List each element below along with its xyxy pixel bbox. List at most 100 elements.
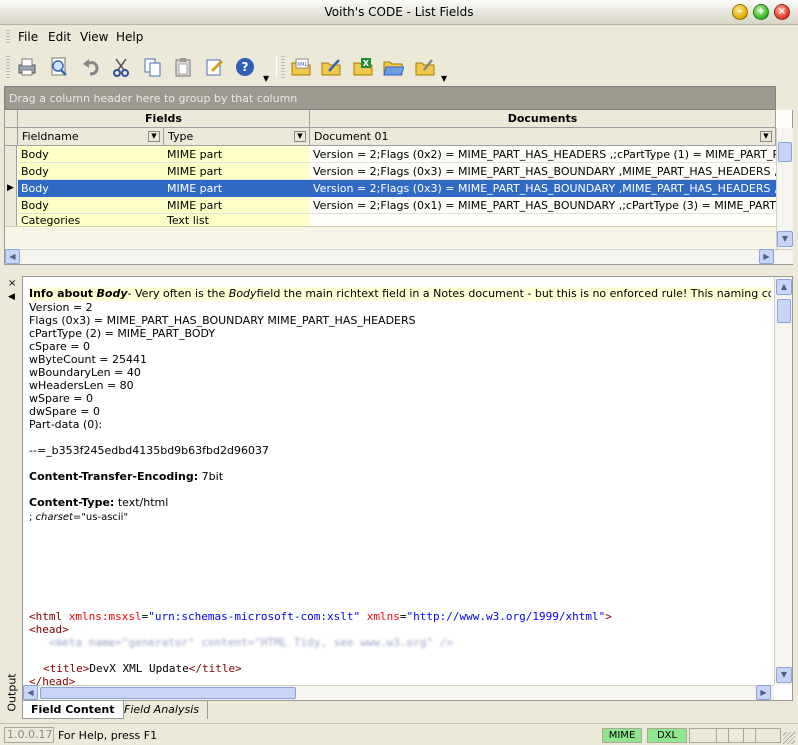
collapse-icon[interactable]: × — [8, 278, 16, 289]
fieldname-filter-icon[interactable]: ▼ — [148, 131, 160, 142]
table-row[interactable]: Body MIME part Version = 2;Flags (0x2) =… — [18, 146, 776, 163]
content-scroll-thumb[interactable] — [777, 299, 791, 323]
edit-icon — [206, 59, 224, 76]
excel-folder-button[interactable]: X — [350, 54, 376, 80]
bottom-tabs: Field Content Field Analysis — [22, 701, 793, 719]
field-content-text[interactable]: Info about Body- Very often is the Bodyf… — [29, 287, 771, 687]
row-indicator-current[interactable]: ▶ — [5, 180, 17, 197]
menu-edit[interactable]: Edit — [48, 30, 71, 44]
xml-tag: <html — [29, 610, 63, 623]
paste-button[interactable] — [170, 54, 196, 80]
content-scroll-down-button[interactable]: ▼ — [776, 667, 792, 683]
charset-line: ; charset="us-ascii" — [29, 512, 129, 523]
cell-fieldname[interactable]: Body — [18, 163, 164, 179]
folder-open-icon — [383, 61, 404, 76]
xml-folder-button[interactable]: XML — [288, 54, 314, 80]
cell-fieldname[interactable]: Categories — [18, 214, 164, 226]
cell-fieldname[interactable]: Body — [18, 146, 164, 162]
excel-folder-icon: X — [353, 58, 373, 76]
maximize-icon: + — [756, 6, 766, 17]
grid-scroll-left-button[interactable]: ◀ — [5, 249, 20, 264]
menu-file[interactable]: File — [18, 30, 38, 44]
preview-button[interactable] — [46, 54, 72, 80]
grid-vertical-scrollbar[interactable]: ▼ — [776, 128, 793, 250]
toolbar-overflow-icon[interactable]: ▼ — [263, 74, 269, 83]
maximize-button[interactable]: + — [753, 4, 769, 20]
menu-view[interactable]: View — [80, 30, 108, 44]
cell-fieldname[interactable]: Body — [18, 197, 164, 213]
row-indicator[interactable] — [5, 214, 17, 226]
cell-document-value[interactable]: Version = 2;Flags (0x2) = MIME_PART_HAS_… — [310, 146, 776, 162]
grid-scroll-right-button[interactable]: ▶ — [759, 249, 774, 264]
menu-help[interactable]: Help — [116, 30, 143, 44]
minimize-button[interactable]: – — [732, 4, 748, 20]
column-header-document[interactable]: Document 01 ▼ — [310, 128, 776, 146]
cell-type[interactable]: MIME part — [164, 197, 310, 213]
window-title: Voith's CODE - List Fields — [324, 5, 474, 19]
info-line: dwSpare = 0 — [29, 405, 100, 418]
print-button[interactable] — [14, 54, 40, 80]
info-line: Part-data (0): — [29, 418, 103, 431]
edit-button[interactable] — [202, 54, 228, 80]
folder-export-button[interactable] — [412, 54, 438, 80]
info-line: wHeadersLen = 80 — [29, 379, 134, 392]
grid-scroll-down-button[interactable]: ▼ — [777, 231, 793, 247]
table-row[interactable]: Categories Text list — [18, 214, 776, 226]
cell-type[interactable]: Text list — [164, 214, 310, 226]
toolbar-grip — [6, 56, 10, 78]
content-scroll-right-button[interactable]: ▶ — [756, 685, 771, 700]
folder-export-icon — [415, 59, 435, 76]
content-scroll-left-button[interactable]: ◀ — [23, 685, 38, 700]
undo-button[interactable] — [78, 54, 104, 80]
content-scroll-up-button[interactable]: ▲ — [776, 279, 792, 295]
cell-type[interactable]: MIME part — [164, 146, 310, 162]
cell-document-value[interactable]: Version = 2;Flags (0x1) = MIME_PART_HAS_… — [310, 197, 776, 213]
toolbar-overflow-icon-2[interactable]: ▼ — [441, 74, 447, 83]
tab-field-analysis[interactable]: Field Analysis — [116, 701, 209, 719]
title-bar: Voith's CODE - List Fields – + × — [0, 0, 798, 25]
folder-open-button[interactable] — [380, 54, 406, 80]
content-horizontal-scrollbar[interactable]: ◀ ▶ — [23, 685, 774, 700]
resize-grip-icon[interactable] — [783, 732, 795, 744]
ct-label: Content-Type: — [29, 496, 115, 509]
svg-text:XML: XML — [297, 62, 308, 68]
content-vertical-scrollbar[interactable]: ▲ ▼ — [774, 277, 792, 685]
content-hscroll-thumb[interactable] — [40, 687, 296, 699]
folder-edit-button[interactable] — [318, 54, 344, 80]
splitter[interactable] — [4, 268, 793, 273]
type-filter-icon[interactable]: ▼ — [294, 131, 306, 142]
group-by-panel[interactable]: Drag a column header here to group by th… — [4, 86, 776, 110]
pin-icon[interactable]: ◀ — [8, 292, 15, 302]
row-indicator[interactable] — [5, 146, 17, 163]
tab-field-content[interactable]: Field Content — [22, 701, 124, 719]
column-header-type[interactable]: Type ▼ — [164, 128, 310, 146]
cell-type[interactable]: MIME part — [164, 163, 310, 179]
band-fields: Fields — [18, 110, 310, 128]
grid-footer — [5, 226, 776, 248]
document-filter-icon[interactable]: ▼ — [760, 131, 772, 142]
row-indicator[interactable] — [5, 163, 17, 180]
cell-type[interactable]: MIME part — [164, 180, 310, 197]
column-header-fieldname[interactable]: Fieldname ▼ — [18, 128, 164, 146]
cell-document-value[interactable] — [310, 214, 776, 226]
cell-document-value[interactable]: Version = 2;Flags (0x3) = MIME_PART_HAS_… — [310, 163, 776, 179]
table-row[interactable]: Body MIME part Version = 2;Flags (0x3) =… — [18, 163, 776, 180]
copy-button[interactable] — [140, 54, 166, 80]
info-heading-pre: - Very often is the — [127, 287, 226, 300]
table-row-selected[interactable]: Body MIME part Version = 2;Flags (0x3) =… — [18, 180, 776, 197]
cell-document-value[interactable]: Version = 2;Flags (0x3) = MIME_PART_HAS_… — [310, 180, 776, 197]
close-button[interactable]: × — [774, 4, 790, 20]
info-line: wByteCount = 25441 — [29, 353, 148, 366]
cut-button[interactable] — [108, 54, 134, 80]
output-label[interactable]: Output — [6, 671, 19, 715]
content-type: Content-Type: text/html — [29, 496, 771, 509]
grid-horizontal-scrollbar[interactable]: ◀ ▶ — [5, 249, 793, 264]
xml-tag: </title> — [188, 662, 242, 675]
table-row[interactable]: Body MIME part Version = 2;Flags (0x1) =… — [18, 197, 776, 214]
xml-line-blurred: <meta name="generator" content="HTML Tid… — [49, 636, 453, 649]
grid-scroll-thumb[interactable] — [778, 142, 792, 162]
cell-fieldname[interactable]: Body — [18, 180, 164, 197]
help-button[interactable]: ? — [232, 54, 258, 80]
row-indicator[interactable] — [5, 197, 17, 214]
xml-attr: xmlns — [366, 610, 400, 623]
